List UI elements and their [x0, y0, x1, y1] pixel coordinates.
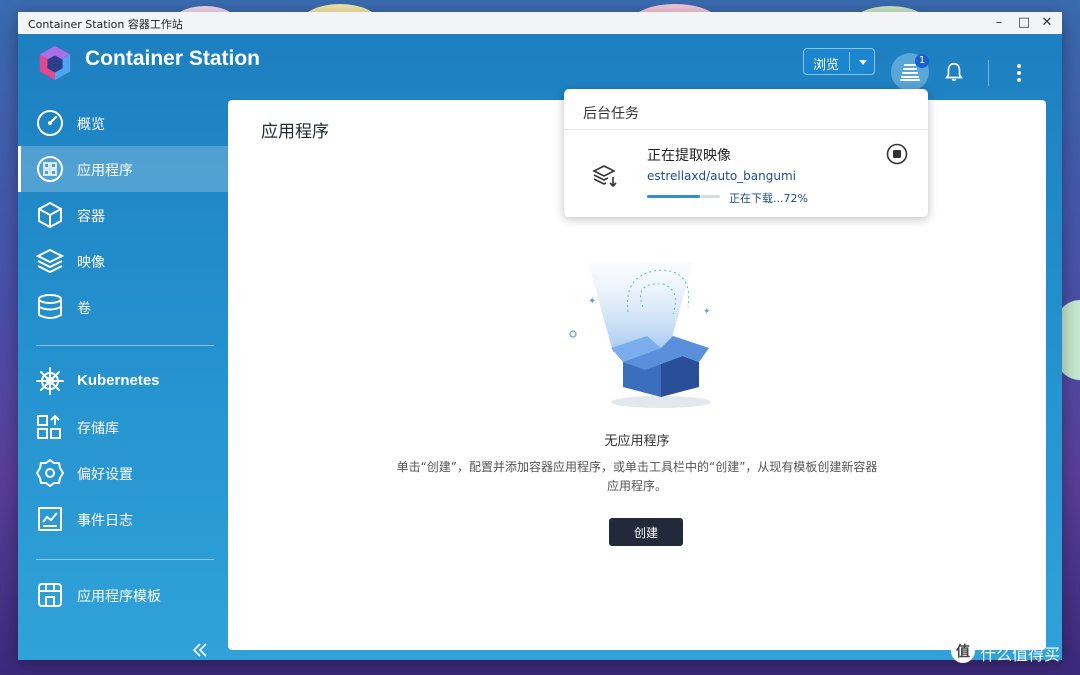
background-tasks-popup: 后台任务 正在提取映像 estrellaxd/auto_bangumi 正在下载… — [564, 89, 928, 217]
task-title: 正在提取映像 — [647, 148, 731, 164]
repository-icon — [37, 414, 61, 439]
sidebar-item-containers[interactable]: 容器 — [18, 192, 228, 238]
settings-gear-icon — [36, 459, 64, 487]
task-count-badge: 1 — [915, 54, 929, 68]
task-status: 正在下载...72% — [729, 192, 808, 205]
task-image-name: estrellaxd/auto_bangumi — [647, 169, 797, 183]
sidebar-item-applications[interactable]: 应用程序 — [18, 146, 228, 192]
sidebar-item-volumes[interactable]: 卷 — [18, 284, 228, 330]
sidebar-item-label: 容器 — [77, 209, 105, 225]
minimize-icon[interactable]: – — [990, 14, 1008, 32]
watermark-logo: 值 — [951, 639, 975, 663]
window-titlebar: Container Station 容器工作站 – □ ✕ — [18, 12, 1062, 35]
empty-box-illustration: ✦ ✦ — [569, 262, 711, 408]
sidebar-item-preferences[interactable]: 偏好设置 — [18, 450, 228, 496]
cube-icon — [38, 201, 62, 229]
watermark-text: 什么值得买 — [980, 645, 1061, 664]
helm-wheel-icon — [36, 367, 64, 395]
sidebar-divider — [36, 559, 214, 560]
container-station-logo — [39, 45, 71, 81]
task-progress-fill — [647, 195, 700, 198]
sidebar-divider — [36, 345, 214, 346]
sidebar-item-repositories[interactable]: 存储库 — [18, 404, 228, 450]
empty-state-description: 单击“创建”，配置并添加容器应用程序，或单击工具栏中的“创建”，从现有模板创建新… — [396, 460, 878, 493]
maximize-icon[interactable]: □ — [1015, 14, 1033, 32]
sidebar-item-label: 事件日志 — [77, 513, 133, 529]
svg-text:✦: ✦ — [588, 296, 596, 307]
popup-title: 后台任务 — [583, 106, 639, 122]
popup-divider — [564, 129, 928, 130]
browse-dropdown[interactable]: 浏览 — [803, 48, 875, 75]
sidebar: 概览 应用程序 容器 映像 卷 Kubernetes 存储库 偏好设置 事件日志… — [18, 100, 228, 660]
notification-bell-icon[interactable] — [943, 61, 965, 83]
database-icon — [38, 294, 62, 319]
create-button[interactable]: 创建 — [609, 518, 683, 546]
browse-label: 浏览 — [813, 58, 840, 73]
image-pull-icon — [592, 165, 617, 188]
sidebar-item-kubernetes[interactable]: Kubernetes — [18, 358, 228, 404]
layers-icon — [36, 248, 64, 274]
sidebar-item-label: 应用程序模板 — [77, 589, 161, 605]
sidebar-item-label: 概览 — [77, 117, 105, 133]
gauge-icon — [37, 110, 63, 136]
caret-down-icon — [859, 60, 867, 65]
apps-grid-icon — [37, 156, 63, 182]
sidebar-item-app-templates[interactable]: 应用程序模板 — [18, 572, 228, 618]
sidebar-item-label: 应用程序 — [77, 163, 133, 179]
sidebar-item-label: 映像 — [77, 255, 105, 271]
sidebar-item-event-log[interactable]: 事件日志 — [18, 496, 228, 542]
close-icon[interactable]: ✕ — [1038, 14, 1056, 32]
sidebar-item-label: 存储库 — [77, 421, 119, 437]
dropdown-divider — [849, 52, 850, 71]
collapse-sidebar-icon[interactable] — [190, 640, 210, 660]
app-title: Container Station — [85, 47, 261, 70]
window-title: Container Station 容器工作站 — [28, 18, 183, 31]
empty-state-title: 无应用程序 — [604, 434, 670, 449]
header-divider — [988, 60, 989, 86]
sidebar-item-label: Kubernetes — [77, 372, 160, 389]
sidebar-item-label: 卷 — [77, 301, 91, 317]
store-icon — [38, 583, 62, 607]
stop-task-icon[interactable] — [886, 143, 908, 165]
sidebar-item-overview[interactable]: 概览 — [18, 100, 228, 146]
page-title: 应用程序 — [261, 122, 329, 142]
svg-text:值: 值 — [956, 643, 970, 660]
sidebar-item-label: 偏好设置 — [77, 467, 133, 483]
sidebar-item-images[interactable]: 映像 — [18, 238, 228, 284]
more-options-icon[interactable] — [1014, 62, 1024, 84]
log-chart-icon — [38, 507, 62, 531]
task-progress-bar — [647, 195, 720, 198]
svg-text:✦: ✦ — [703, 307, 711, 317]
